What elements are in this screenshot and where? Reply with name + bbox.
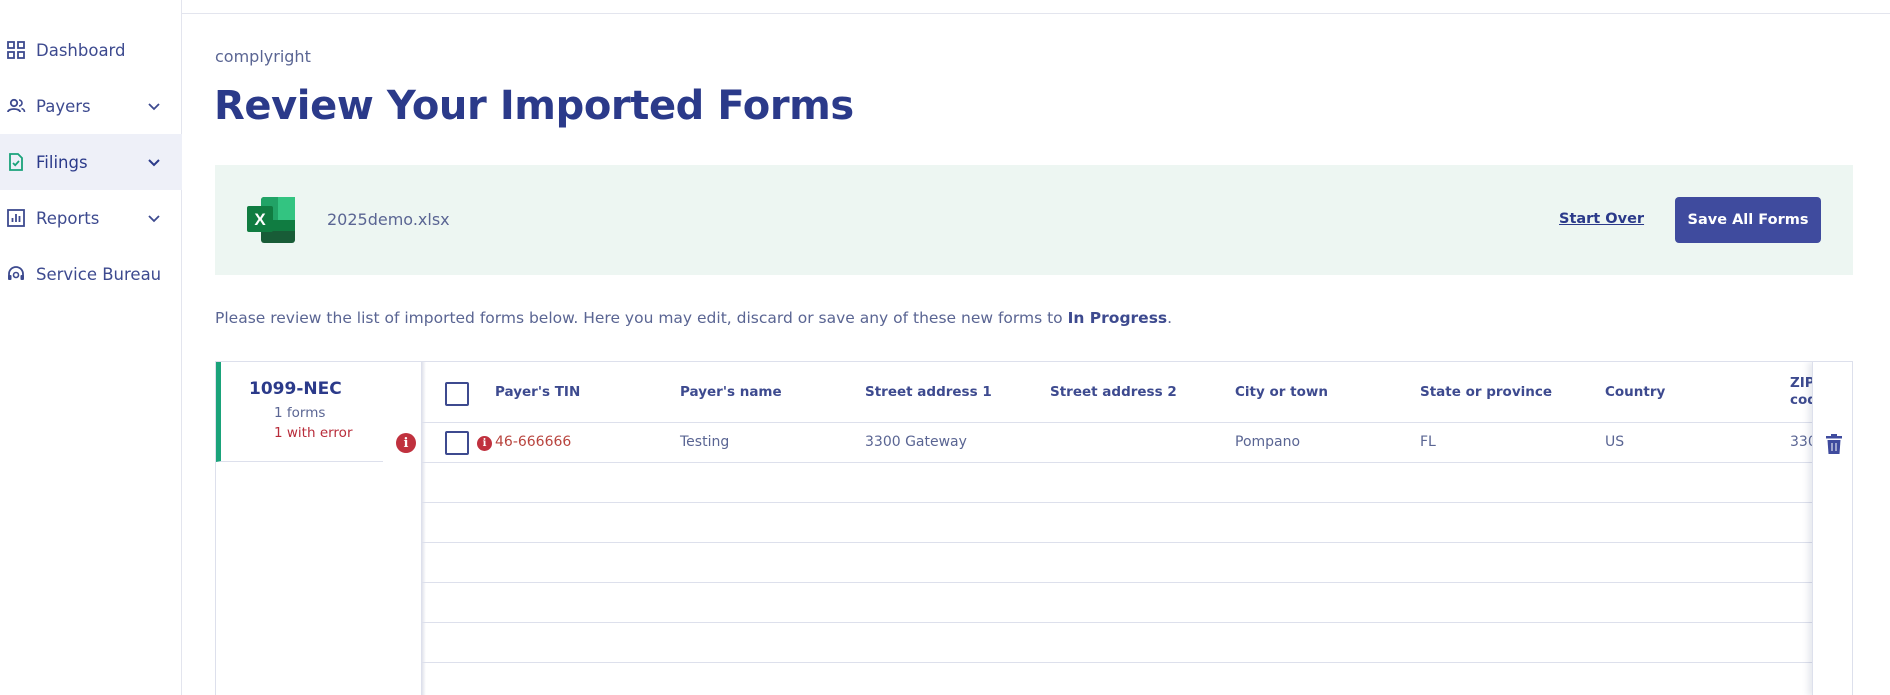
- empty-row: [422, 623, 1812, 663]
- select-all-checkbox[interactable]: [445, 382, 469, 406]
- sidebar-item-label: Dashboard: [36, 40, 126, 60]
- chevron-down-icon: [148, 215, 160, 223]
- row-checkbox[interactable]: [445, 431, 469, 455]
- page-title: Review Your Imported Forms: [214, 83, 854, 129]
- column-header-state[interactable]: State or province: [1420, 384, 1552, 400]
- column-header-payer-name[interactable]: Payer's name: [680, 384, 782, 400]
- svg-text:X: X: [254, 210, 266, 229]
- start-over-link[interactable]: Start Over: [1559, 211, 1644, 227]
- sidebar-item-reports[interactable]: Reports: [0, 190, 182, 246]
- column-header-street-address-1[interactable]: Street address 1: [865, 384, 992, 400]
- sidebar-item-dashboard[interactable]: Dashboard: [0, 22, 182, 78]
- cell-street-address-1[interactable]: 3300 Gateway: [865, 434, 967, 450]
- sidebar: Dashboard Payers Filings Reports Service…: [0, 0, 182, 695]
- error-icon: i: [396, 433, 416, 453]
- sidebar-item-label: Service Bureau: [36, 264, 162, 284]
- top-divider: [182, 13, 1890, 14]
- column-header-payer-tin[interactable]: Payer's TIN: [495, 384, 580, 400]
- column-header-street-address-2[interactable]: Street address 2: [1050, 384, 1177, 400]
- form-type-name: 1099-NEC: [249, 379, 342, 399]
- empty-row: [422, 583, 1812, 623]
- form-count: 1 forms: [274, 405, 326, 421]
- users-icon: [7, 98, 26, 113]
- instructions-body: Please review the list of imported forms…: [215, 309, 1068, 327]
- excel-file-icon: X: [247, 197, 295, 243]
- document-check-icon: [9, 153, 23, 171]
- column-header-zip[interactable]: ZIP code: [1790, 375, 1812, 415]
- trash-icon[interactable]: [1826, 434, 1842, 454]
- sidebar-item-service-bureau[interactable]: Service Bureau: [0, 246, 182, 302]
- instructions-text: Please review the list of imported forms…: [215, 309, 1172, 327]
- table-row[interactable]: i 46-666666 Testing 3300 Gateway Pompano…: [422, 423, 1812, 463]
- headset-icon: [8, 266, 24, 280]
- cell-city[interactable]: Pompano: [1235, 434, 1300, 450]
- row-error-icon: i: [477, 436, 492, 451]
- form-types-panel: 1099-NEC 1 forms 1 with error i: [215, 361, 422, 695]
- chevron-down-icon: [148, 103, 160, 111]
- column-header-city[interactable]: City or town: [1235, 384, 1328, 400]
- form-type-item[interactable]: 1099-NEC 1 forms 1 with error: [216, 362, 383, 462]
- imported-forms-table: Payer's TIN Payer's name Street address …: [421, 361, 1853, 695]
- save-all-forms-button[interactable]: Save All Forms: [1675, 197, 1821, 243]
- bar-chart-icon: [7, 209, 25, 227]
- table-header: Payer's TIN Payer's name Street address …: [422, 362, 1812, 423]
- sidebar-item-label: Reports: [36, 208, 100, 228]
- instructions-suffix: .: [1167, 309, 1173, 327]
- brand-name: complyright: [215, 47, 311, 66]
- empty-row: [422, 543, 1812, 583]
- sidebar-item-filings[interactable]: Filings: [0, 134, 182, 190]
- empty-row: [422, 463, 1812, 503]
- file-name: 2025demo.xlsx: [327, 210, 450, 229]
- cell-zip[interactable]: 330: [1790, 434, 1812, 450]
- cell-payer-name[interactable]: Testing: [680, 434, 729, 450]
- form-error-count: 1 with error: [274, 425, 353, 441]
- row-actions-column: [1812, 362, 1852, 695]
- empty-row: [422, 503, 1812, 543]
- file-banner: X 2025demo.xlsx Start Over Save All Form…: [215, 165, 1853, 275]
- chevron-down-icon: [148, 159, 160, 167]
- cell-country[interactable]: US: [1605, 434, 1624, 450]
- cell-payer-tin[interactable]: 46-666666: [495, 434, 571, 450]
- sidebar-item-payers[interactable]: Payers: [0, 78, 182, 134]
- grid-icon: [7, 41, 25, 59]
- column-header-country[interactable]: Country: [1605, 384, 1665, 400]
- instructions-emphasis: In Progress: [1067, 309, 1168, 327]
- cell-state[interactable]: FL: [1420, 434, 1436, 450]
- sidebar-item-label: Payers: [36, 96, 91, 116]
- sidebar-item-label: Filings: [36, 152, 88, 172]
